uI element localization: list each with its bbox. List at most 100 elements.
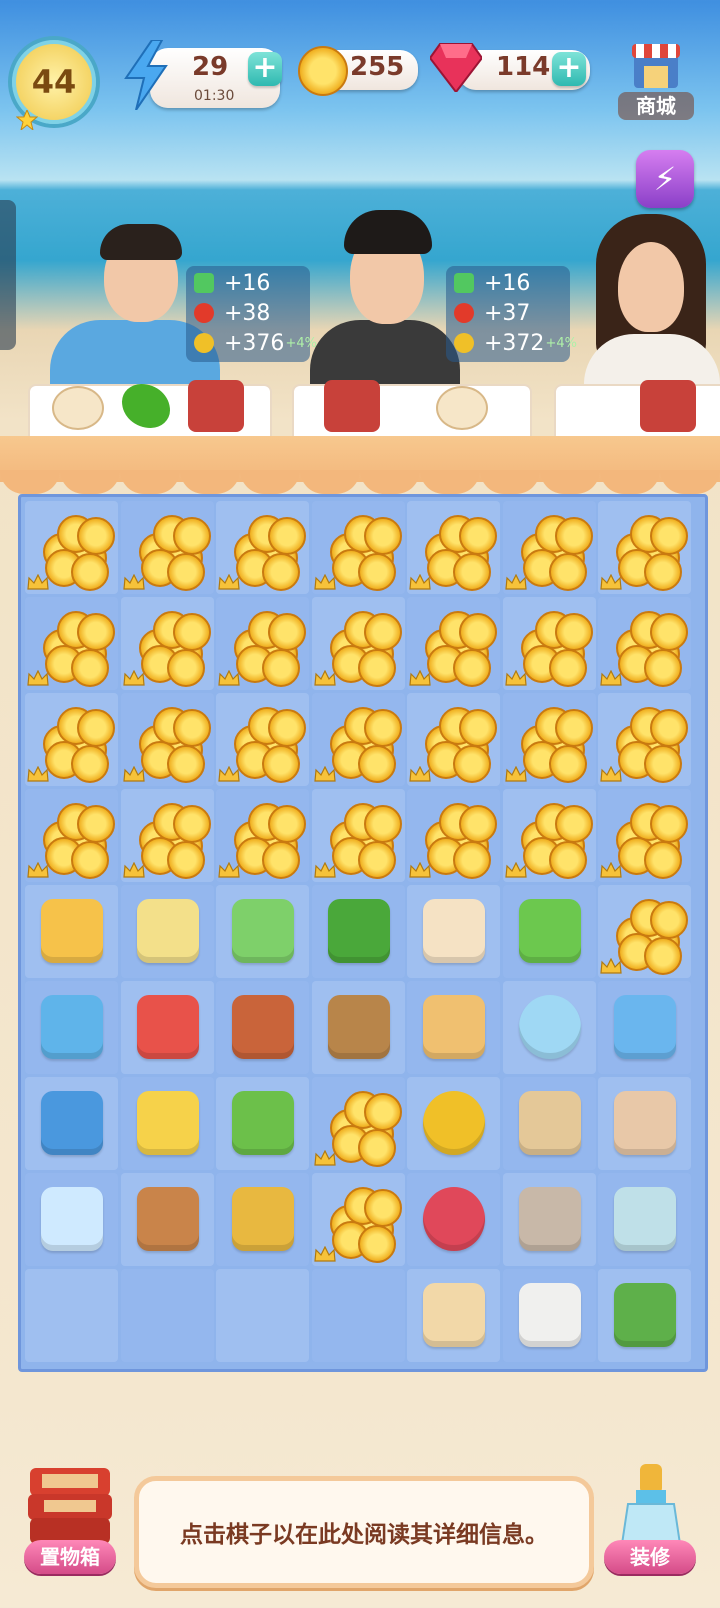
board-cell[interactable]: [216, 1173, 309, 1266]
board-cell[interactable]: [216, 1077, 309, 1170]
board-cell[interactable]: [120, 597, 214, 690]
board-cell[interactable]: [120, 1077, 214, 1170]
crown-icon: [218, 766, 240, 782]
board-cell[interactable]: [598, 501, 691, 594]
coin-icon: [363, 1189, 402, 1227]
awning-scallop: [240, 470, 300, 494]
customer-2[interactable]: [310, 210, 460, 400]
decorate-button[interactable]: 装修: [602, 1460, 698, 1574]
board-cell[interactable]: [502, 789, 596, 882]
board-cell[interactable]: [25, 693, 118, 786]
board-cell[interactable]: [598, 789, 691, 882]
crown-icon: [600, 574, 622, 590]
gem-plus-button[interactable]: +: [552, 52, 586, 86]
bonus-percent: +4%: [545, 335, 577, 351]
board-cell[interactable]: [407, 1173, 500, 1266]
order-item-roll[interactable]: [52, 386, 104, 430]
order-item-basket[interactable]: [640, 380, 696, 432]
board-cell[interactable]: [25, 597, 118, 690]
board-cell[interactable]: [216, 981, 309, 1074]
board-cell[interactable]: [25, 1077, 118, 1170]
board-cell[interactable]: [502, 597, 596, 690]
board-cell[interactable]: [407, 1077, 500, 1170]
board-cell[interactable]: [311, 597, 405, 690]
board-cell[interactable]: [25, 789, 118, 882]
board-cell[interactable]: [25, 885, 118, 978]
board-cell[interactable]: [120, 981, 214, 1074]
bento-box-icon: [518, 1283, 581, 1347]
board-cell[interactable]: [216, 597, 309, 690]
board-cell[interactable]: [311, 501, 405, 594]
board-cell[interactable]: [311, 693, 405, 786]
coin-pile-icon: [228, 609, 306, 687]
board-cell[interactable]: [120, 1269, 214, 1362]
board-cell[interactable]: [502, 501, 596, 594]
crown-icon: [218, 574, 240, 590]
order-item-roll[interactable]: [436, 386, 488, 430]
board-cell[interactable]: [407, 501, 500, 594]
coin-icon: [166, 745, 205, 783]
customer-3[interactable]: [584, 214, 720, 404]
board-cell[interactable]: [502, 1077, 596, 1170]
board-cell[interactable]: [598, 1173, 691, 1266]
board-cell[interactable]: [25, 1269, 118, 1362]
shop-button[interactable]: 商城: [618, 36, 694, 120]
coin-icon: [453, 745, 491, 783]
left-edge-tab[interactable]: [0, 200, 16, 350]
board-cell[interactable]: [598, 693, 691, 786]
board-cell[interactable]: [311, 981, 405, 1074]
board-cell[interactable]: [407, 885, 500, 978]
board-cell[interactable]: [311, 1173, 405, 1266]
awning-scallop: [600, 470, 660, 494]
board-cell[interactable]: [502, 885, 596, 978]
board-cell[interactable]: [311, 789, 405, 882]
crown-icon: [504, 766, 527, 782]
board-cell[interactable]: [120, 1173, 214, 1266]
board-cell[interactable]: [407, 597, 500, 690]
board-cell[interactable]: [598, 981, 691, 1074]
juicer-icon: [41, 899, 103, 963]
crown-icon: [313, 1246, 336, 1262]
board-cell[interactable]: [311, 885, 405, 978]
board-cell[interactable]: [25, 981, 118, 1074]
board-cell[interactable]: [216, 789, 309, 882]
board-cell[interactable]: [120, 693, 214, 786]
paper-bag-icon: [614, 1091, 676, 1155]
board-cell[interactable]: [120, 789, 214, 882]
board-cell[interactable]: [311, 1269, 405, 1362]
order-item-basket[interactable]: [188, 380, 244, 432]
lantern-icon: [454, 303, 474, 323]
board-cell[interactable]: [598, 597, 691, 690]
board-cell[interactable]: [502, 693, 596, 786]
coin-pile-icon: [324, 609, 402, 687]
board-cell[interactable]: [311, 1077, 405, 1170]
order-item-basket[interactable]: [324, 380, 380, 432]
event-button[interactable]: ⚡: [636, 150, 694, 208]
bucket-icon: [136, 1091, 199, 1155]
board-cell[interactable]: [120, 885, 214, 978]
coin-icon: [554, 613, 593, 651]
board-cell[interactable]: [407, 1269, 500, 1362]
board-cell[interactable]: [25, 501, 118, 594]
board-cell[interactable]: [120, 501, 214, 594]
board-cell[interactable]: [216, 501, 309, 594]
energy-plus-button[interactable]: +: [248, 52, 282, 86]
board-cell[interactable]: [502, 981, 596, 1074]
board-cell[interactable]: [598, 1077, 691, 1170]
storage-button[interactable]: 置物箱: [22, 1454, 118, 1574]
board-cell[interactable]: [216, 885, 309, 978]
coin-value: 255: [350, 52, 405, 82]
board-cell[interactable]: [407, 789, 500, 882]
crown-icon: [409, 862, 431, 878]
board-cell[interactable]: [216, 693, 309, 786]
board-cell[interactable]: [216, 1269, 309, 1362]
board-cell[interactable]: [502, 1173, 596, 1266]
coin-pile-icon: [419, 801, 497, 879]
board-cell[interactable]: [407, 981, 500, 1074]
board-cell[interactable]: [407, 693, 500, 786]
board-cell[interactable]: [502, 1269, 596, 1362]
board-cell[interactable]: [25, 1173, 118, 1266]
board-cell[interactable]: [598, 885, 691, 978]
board-cell[interactable]: [598, 1269, 691, 1362]
crown-icon: [313, 1150, 336, 1166]
